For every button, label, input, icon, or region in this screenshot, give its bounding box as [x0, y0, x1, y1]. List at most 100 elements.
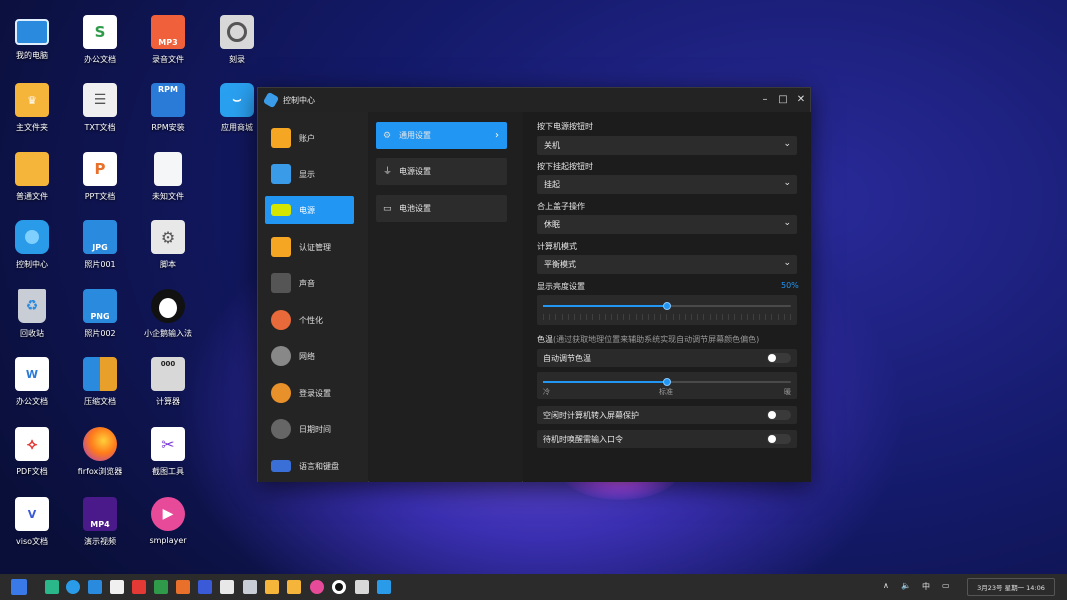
desktop-icon-screenshot[interactable]: ✂ 截图工具: [136, 427, 200, 477]
subnav-label: 通用设置: [399, 131, 431, 140]
maximize-button[interactable]: □: [776, 93, 790, 107]
taskbar-ppt-icon[interactable]: [176, 580, 190, 594]
jpg-icon: JPG: [83, 220, 117, 254]
taskbar-word-icon[interactable]: [110, 580, 124, 594]
taskbar-visio-icon[interactable]: [198, 580, 212, 594]
desktop-icon-label: 照片002: [84, 329, 116, 338]
desktop-icon-demo-video[interactable]: MP4 演示视频: [68, 497, 132, 547]
desktop-icon-unknown-file[interactable]: 未知文件: [136, 152, 200, 202]
taskbar-control-center-icon[interactable]: [66, 580, 80, 594]
auto-color-temp-toggle[interactable]: [767, 353, 791, 363]
desktop-icon-folder[interactable]: 普通文件: [0, 152, 64, 202]
desktop-icon-spreadsheet[interactable]: S 办公文档: [68, 15, 132, 65]
taskbar-pdf-icon[interactable]: [132, 580, 146, 594]
taskbar-image-viewer-icon[interactable]: [88, 580, 102, 594]
wake-password-toggle[interactable]: [767, 434, 791, 444]
taskbar-calculator-icon[interactable]: [355, 580, 369, 594]
desktop-icon-ime[interactable]: 小企鹅输入法: [136, 289, 200, 339]
idle-screensaver-toggle[interactable]: [767, 410, 791, 420]
computer-mode-select[interactable]: 平衡模式 ⌄: [537, 255, 797, 274]
desktop-icon-photo-001[interactable]: JPG 照片001: [68, 220, 132, 270]
taskbar-folder-icon[interactable]: [265, 580, 279, 594]
desktop-icon-recordings[interactable]: MP3 录音文件: [136, 15, 200, 65]
app-store-icon: ⌣: [220, 83, 254, 117]
desktop-icon-trash[interactable]: ♻ 回收站: [0, 289, 64, 339]
toggle-knob: [768, 435, 776, 443]
chevron-down-icon: ⌄: [783, 139, 791, 149]
ime-indicator[interactable]: 中: [922, 581, 930, 592]
sidebar-item-login[interactable]: 登录设置: [265, 379, 354, 407]
taskbar-smplayer-icon[interactable]: [310, 580, 324, 594]
sidebar-item-datetime[interactable]: 日期时间: [265, 415, 354, 443]
desktop-icon-rpm[interactable]: RPM RPM安装: [136, 83, 200, 133]
script-icon: ⚙: [151, 220, 185, 254]
computer-mode-label: 计算机模式: [537, 242, 577, 251]
sidebar-item-language[interactable]: 语言和键盘: [265, 452, 354, 480]
taskbar-app-store-icon[interactable]: [377, 580, 391, 594]
battery-small-icon: ▭: [383, 203, 392, 214]
sidebar-item-personalize[interactable]: 个性化: [265, 306, 354, 334]
sidebar-item-display[interactable]: 显示: [265, 160, 354, 188]
power-subnav: ⚙ 通用设置 › ⏚ 电源设置 ▭ 电池设置: [369, 112, 522, 482]
minimize-button[interactable]: –: [758, 93, 772, 107]
brightness-slider[interactable]: [543, 302, 791, 310]
desktop-icon-control-center[interactable]: 控制中心: [0, 220, 64, 270]
taskbar-spreadsheet-icon[interactable]: [154, 580, 168, 594]
sidebar-item-power[interactable]: 电源: [265, 196, 354, 224]
volume-icon[interactable]: 🔈: [901, 581, 911, 590]
txt-icon: ☰: [83, 83, 117, 117]
sidebar-item-network[interactable]: 网络: [265, 342, 354, 370]
desktop-icon-burner[interactable]: 刻录: [205, 15, 269, 65]
desktop-icon-word[interactable]: W 办公文档: [0, 357, 64, 407]
brightness-slider-handle[interactable]: [663, 302, 671, 310]
desktop-icon-label: 办公文档: [84, 55, 116, 64]
desktop-icon-label: RPM安装: [151, 123, 185, 132]
clock[interactable]: 3月23号 星期一 14:06: [967, 578, 1055, 596]
chevron-down-icon: ⌄: [783, 178, 791, 188]
taskbar-text-editor-icon[interactable]: [220, 580, 234, 594]
desktop-icon-label: TXT文档: [84, 123, 116, 132]
desktop-icon-calculator[interactable]: 000 计算器: [136, 357, 200, 407]
subnav-general-settings[interactable]: ⚙ 通用设置 ›: [376, 122, 507, 149]
color-temp-slider-handle[interactable]: [663, 378, 671, 386]
suspend-button-select[interactable]: 挂起 ⌄: [537, 175, 797, 194]
desktop-icon-smplayer[interactable]: ▶ smplayer: [136, 497, 200, 545]
subnav-battery-settings[interactable]: ▭ 电池设置: [376, 195, 507, 222]
auto-color-temp-label: 自动调节色温: [543, 353, 591, 363]
desktop-icon-pdf[interactable]: ⟡ PDF文档: [0, 427, 64, 477]
control-center-window: 控制中心 – □ ✕ 账户 显示 电源 认证管理 声音 个性化 网络 登录设置 …: [257, 87, 811, 482]
desktop-icon-ppt[interactable]: P PPT文档: [68, 152, 132, 202]
lid-close-select[interactable]: 休眠 ⌄: [537, 215, 797, 234]
desktop-icon-firefox[interactable]: firfox浏览器: [68, 427, 132, 477]
taskbar-penguin-icon[interactable]: [332, 580, 346, 594]
taskbar-home-folder-icon[interactable]: [287, 580, 301, 594]
tray-expand-icon[interactable]: ∧: [883, 581, 889, 590]
brightness-slider-fill: [543, 305, 667, 307]
show-desktop-icon[interactable]: ▭: [942, 581, 950, 590]
color-temp-slider[interactable]: [543, 378, 791, 386]
taskbar-file-manager-icon[interactable]: [45, 580, 59, 594]
desktop-icon-txt[interactable]: ☰ TXT文档: [68, 83, 132, 133]
start-menu-icon[interactable]: [11, 579, 27, 595]
spreadsheet-icon: S: [83, 15, 117, 49]
close-button[interactable]: ✕: [794, 93, 808, 107]
sidebar-item-account[interactable]: 账户: [265, 124, 354, 152]
desktop-icon-home[interactable]: ♛ 主文件夹: [0, 83, 64, 133]
desktop-icon-visio[interactable]: V viso文档: [0, 497, 64, 547]
desktop-icon-label: 办公文档: [16, 397, 48, 406]
desktop-icon-label: PDF文档: [16, 467, 48, 476]
desktop-icon-archive[interactable]: 压缩文档: [68, 357, 132, 407]
sidebar-item-auth[interactable]: 认证管理: [265, 233, 354, 261]
desktop-icon-my-computer[interactable]: 我的电脑: [0, 15, 64, 61]
desktop-icon-photo-002[interactable]: PNG 照片002: [68, 289, 132, 339]
desktop-icon-label: 回收站: [20, 329, 44, 338]
select-value: 平衡模式: [544, 260, 576, 269]
power-button-select[interactable]: 关机 ⌄: [537, 136, 797, 155]
chevron-down-icon: ⌄: [783, 218, 791, 228]
sidebar-item-sound[interactable]: 声音: [265, 269, 354, 297]
subnav-power-settings[interactable]: ⏚ 电源设置: [376, 158, 507, 185]
taskbar-trash-icon[interactable]: [243, 580, 257, 594]
toggle-knob: [768, 354, 776, 362]
desktop-icon-script[interactable]: ⚙ 脚本: [136, 220, 200, 270]
title-bar[interactable]: 控制中心 – □ ✕: [258, 88, 810, 112]
